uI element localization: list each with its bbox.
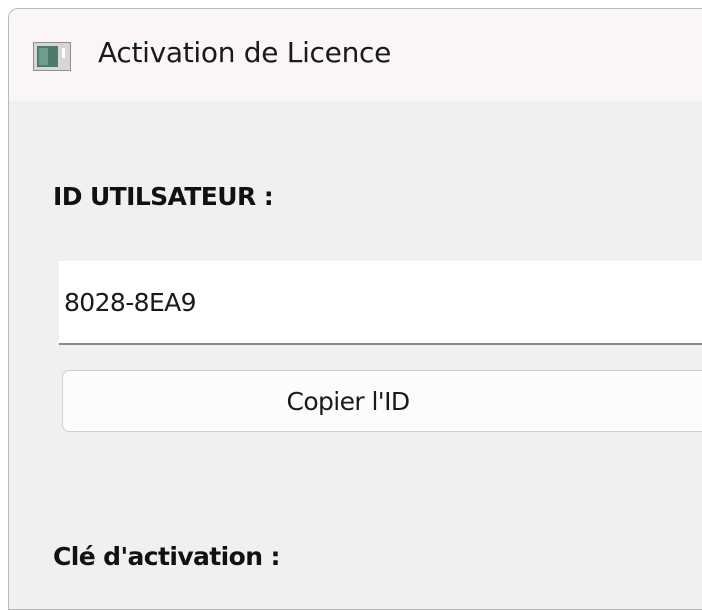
user-id-field[interactable] <box>59 261 702 345</box>
window-title: Activation de Licence <box>98 36 392 69</box>
title-bar[interactable]: Activation de Licence <box>9 9 702 101</box>
activation-key-label: Clé d'activation : <box>53 542 281 571</box>
app-window-icon <box>33 42 71 71</box>
copy-id-button[interactable]: Copier l'ID <box>62 370 702 432</box>
license-activation-window: Activation de Licence ID UTILSATEUR : Co… <box>8 8 702 610</box>
user-id-label: ID UTILSATEUR : <box>53 182 274 211</box>
